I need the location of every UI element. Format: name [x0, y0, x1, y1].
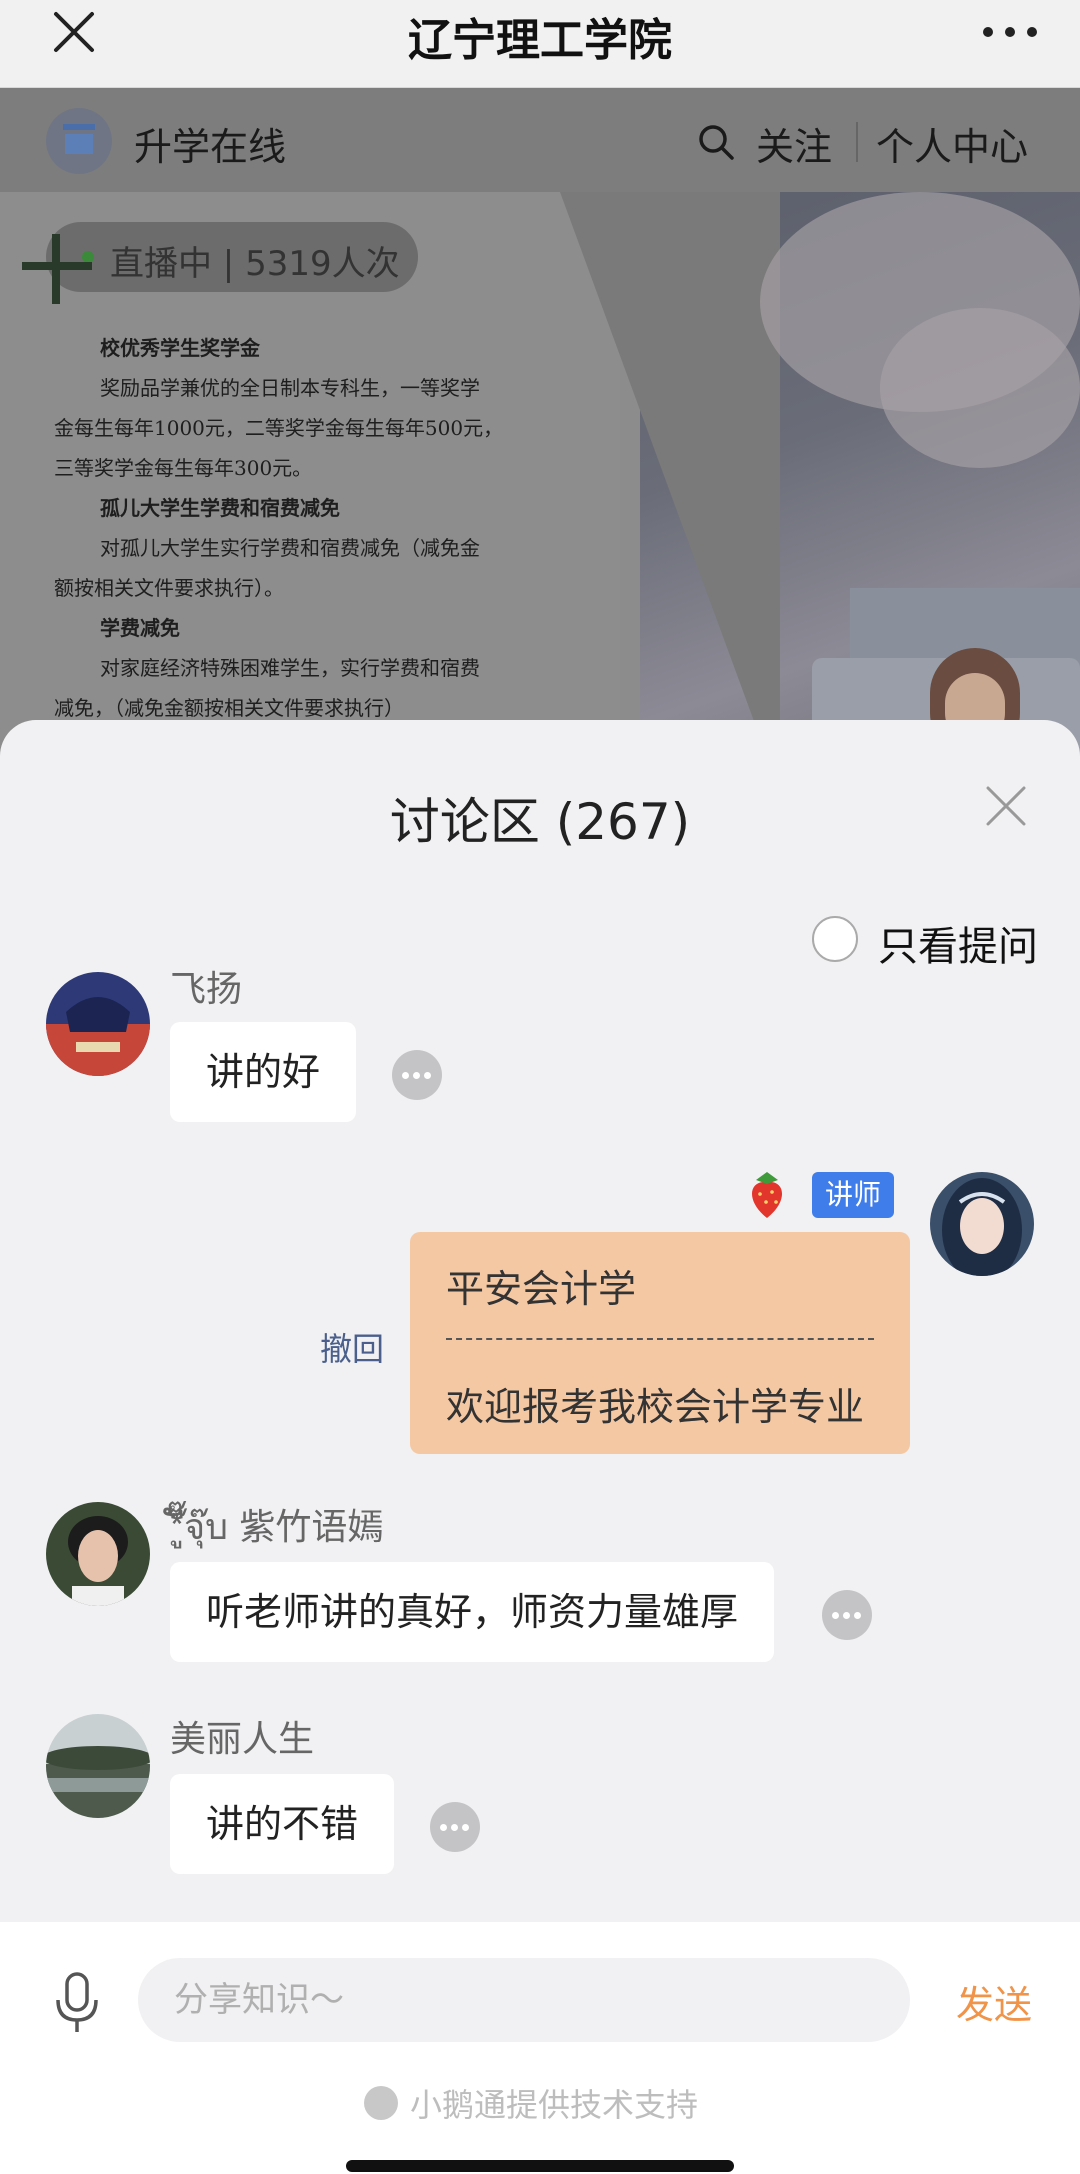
message-divider [446, 1338, 874, 1340]
questions-only-label[interactable]: 只看提问 [878, 914, 1038, 972]
strawberry-icon [751, 1172, 783, 1218]
live-status-badge: 直播中 | 5319人次 [46, 222, 418, 292]
home-indicator[interactable] [346, 2160, 734, 2172]
page-title: 辽宁理工学院 [408, 15, 672, 66]
slide-line: 三等奖学金每生每年300元。 [54, 456, 313, 480]
message-bubble[interactable]: 讲的不错 [170, 1774, 395, 1874]
personal-center-link[interactable]: 个人中心 [876, 116, 1028, 171]
slide-decoration [560, 192, 780, 788]
follow-button[interactable]: 关注 [756, 116, 832, 171]
more-options-icon[interactable] [822, 1590, 872, 1640]
more-options-icon[interactable] [430, 1802, 480, 1852]
message-bubble[interactable]: 听老师讲的真好，师资力量雄厚 [170, 1562, 775, 1662]
username: 飞扬 [170, 969, 243, 1010]
microphone-icon[interactable] [54, 1972, 100, 2034]
discussion-title: 讨论区 (267) [389, 793, 691, 851]
background-live-page: 升学在线 关注 个人中心 校优秀学生奖学金 奖励品学兼优的全日制本专科生，一等奖… [0, 88, 1080, 788]
slide-line: 对家庭经济特殊困难学生，实行学费和宿费 [100, 656, 480, 680]
avatar[interactable] [46, 1502, 150, 1606]
plus-icon [52, 234, 60, 304]
xiaoe-logo-icon [364, 2086, 398, 2120]
username: *ู๊ັ๊จุ๊บ 紫竹语嫣 [170, 1507, 384, 1548]
more-menu-icon[interactable] [980, 14, 1040, 50]
recall-button[interactable]: 撤回 [320, 1324, 384, 1370]
avatar[interactable] [46, 1714, 150, 1818]
slide-line: 奖励品学兼优的全日制本专科生，一等奖学 [100, 376, 480, 400]
shop-header: 升学在线 关注 个人中心 [0, 88, 1080, 192]
slide-line: 学费减免 [100, 616, 180, 640]
more-options-icon[interactable] [392, 1050, 442, 1100]
message-line: 欢迎报考我校会计学专业 [446, 1385, 865, 1429]
comment-input[interactable] [138, 1958, 910, 2042]
input-bar: 发送 小鹅通提供技术支持 [0, 1922, 1080, 2174]
questions-only-radio[interactable] [812, 916, 858, 962]
divider [856, 122, 858, 162]
send-button[interactable]: 发送 [956, 1974, 1032, 2029]
lecturer-avatar[interactable] [930, 1172, 1034, 1276]
shop-name[interactable]: 升学在线 [134, 116, 286, 171]
top-nav-bar: 辽宁理工学院 [0, 0, 1080, 88]
cherry-tree [880, 308, 1080, 468]
live-viewer-count: 直播中 | 5319人次 [110, 244, 400, 284]
slide-line: 校优秀学生奖学金 [100, 336, 260, 360]
slide-line: 额按相关文件要求执行）。 [54, 576, 284, 600]
slide-line: 对孤儿大学生实行学费和宿费减免（减免金 [100, 536, 480, 560]
powered-by-text: 小鹅通提供技术支持 [410, 2086, 699, 2124]
slide-line: 孤儿大学生学费和宿费减免 [100, 496, 340, 520]
username: 美丽人生 [170, 1719, 315, 1760]
search-icon[interactable] [696, 122, 736, 162]
message-line: 平安会计学 [446, 1267, 637, 1311]
lecturer-badge: 讲师 [812, 1172, 894, 1218]
avatar[interactable] [46, 972, 150, 1076]
close-icon[interactable] [986, 786, 1026, 826]
slide-text: 校优秀学生奖学金 奖励品学兼优的全日制本专科生，一等奖学 金每生每年1000元，… [54, 328, 574, 728]
lecturer-message-bubble[interactable]: 平安会计学 欢迎报考我校会计学专业 [410, 1232, 910, 1454]
shop-logo[interactable] [46, 108, 112, 174]
message-bubble[interactable]: 讲的好 [170, 1022, 357, 1122]
slide-line: 金每生每年1000元，二等奖学金每生每年500元， [54, 416, 504, 440]
